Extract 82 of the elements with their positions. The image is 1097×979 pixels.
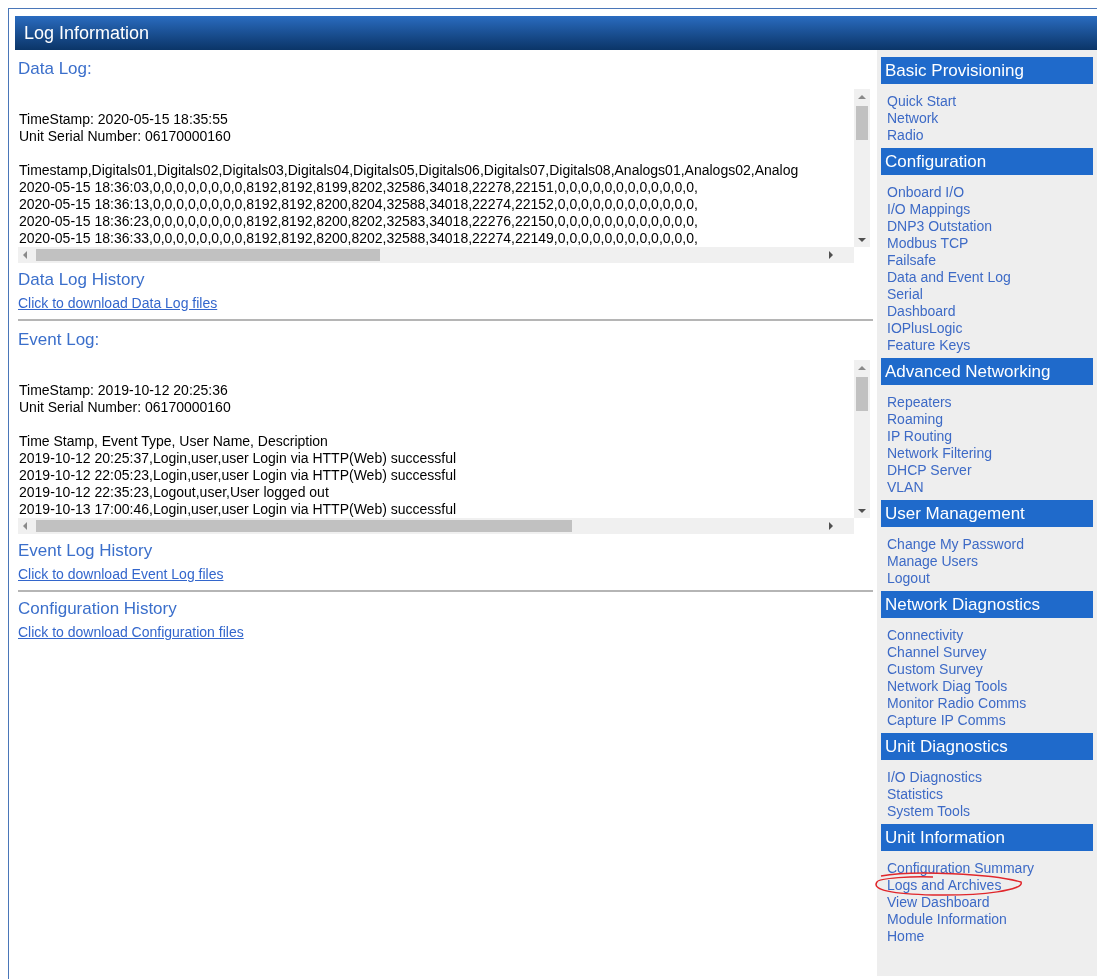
sidebar-link[interactable]: Network <box>887 110 939 127</box>
sidebar-heading: Unit Diagnostics <box>881 733 1093 760</box>
sidebar-link[interactable]: Failsafe <box>887 252 937 269</box>
log-line: 2020-05-15 18:36:33,0,0,0,0,0,0,0,0,8192,8192,8200,8202,32588,34018,22274,22149,0,0,0,0,0,0,0,0,0,0,0,0, <box>19 230 698 247</box>
sidebar-link[interactable]: DNP3 Outstation <box>887 218 993 235</box>
vertical-scrollbar[interactable] <box>854 89 870 247</box>
log-line: 2019-10-12 20:25:37,Login,user,user Login via HTTP(Web) successful <box>19 450 457 467</box>
sidebar-link[interactable]: Connectivity <box>887 627 964 644</box>
sidebar-link[interactable]: I/O Mappings <box>887 201 971 218</box>
horizontal-scrollbar[interactable] <box>18 518 854 534</box>
sidebar-link[interactable]: Statistics <box>887 786 943 803</box>
scroll-up-icon[interactable] <box>858 365 866 371</box>
sidebar-link[interactable]: Logout <box>887 570 930 587</box>
download-link[interactable]: Click to download Data Log files <box>18 295 218 312</box>
sidebar-heading: Configuration <box>881 148 1093 175</box>
log-line: 2019-10-12 22:35:23,Logout,user,User logged out <box>19 484 329 501</box>
sidebar-link[interactable]: Module Information <box>887 911 1007 928</box>
scrollbar-thumb[interactable] <box>856 106 868 140</box>
sidebar-link[interactable]: IOPlusLogic <box>887 320 963 337</box>
sidebar-heading: User Management <box>881 500 1093 527</box>
sidebar-link[interactable]: VLAN <box>887 479 924 496</box>
sidebar-link[interactable]: IP Routing <box>887 428 953 445</box>
sidebar-link[interactable]: Data and Event Log <box>887 269 1011 286</box>
scroll-up-icon[interactable] <box>858 94 866 100</box>
scroll-down-icon[interactable] <box>858 237 866 243</box>
sidebar-link[interactable]: Radio <box>887 127 924 144</box>
sidebar-link[interactable]: Modbus TCP <box>887 235 969 252</box>
section-title: Event Log: <box>18 329 100 351</box>
log-line: TimeStamp: 2019-10-12 20:25:36 <box>19 382 228 399</box>
sidebar-link[interactable]: Home <box>887 928 925 945</box>
sidebar-link[interactable]: Capture IP Comms <box>887 712 1006 729</box>
sidebar-heading: Network Diagnostics <box>881 591 1093 618</box>
section-title: Event Log History <box>18 540 153 562</box>
scroll-right-icon[interactable] <box>828 522 834 530</box>
sidebar-link[interactable]: Feature Keys <box>887 337 971 354</box>
sidebar-link[interactable]: Roaming <box>887 411 944 428</box>
scroll-right-icon[interactable] <box>828 251 834 259</box>
sidebar-link[interactable]: Change My Password <box>887 536 1024 553</box>
scroll-left-icon[interactable] <box>22 522 28 530</box>
sidebar-link[interactable]: Network Filtering <box>887 445 993 462</box>
log-line: Unit Serial Number: 06170000160 <box>19 128 231 145</box>
section-title: Data Log: <box>18 58 92 80</box>
sidebar-link[interactable]: View Dashboard <box>887 894 990 911</box>
download-link[interactable]: Click to download Configuration files <box>18 624 244 641</box>
section-title: Data Log History <box>18 269 145 291</box>
sidebar-link[interactable]: Custom Survey <box>887 661 983 678</box>
sidebar-link[interactable]: Configuration Summary <box>887 860 1035 877</box>
sidebar-link[interactable]: Dashboard <box>887 303 956 320</box>
log-line: 2020-05-15 18:36:13,0,0,0,0,0,0,0,0,8192,8192,8200,8204,32588,34018,22274,22152,0,0,0,0,0,0,0,0,0,0,0,0, <box>19 196 698 213</box>
log-line: 2019-10-12 22:05:23,Login,user,user Login via HTTP(Web) successful <box>19 467 457 484</box>
sidebar-link[interactable]: I/O Diagnostics <box>887 769 982 786</box>
sidebar-link[interactable]: System Tools <box>887 803 970 820</box>
sidebar-link[interactable]: Logs and Archives <box>887 877 1002 894</box>
sidebar-link[interactable]: Manage Users <box>887 553 979 570</box>
log-line: 2019-10-13 17:00:46,Login,user,user Login via HTTP(Web) successful <box>19 501 457 518</box>
vertical-scrollbar[interactable] <box>854 360 870 518</box>
sidebar-heading: Advanced Networking <box>881 358 1093 385</box>
sidebar-link[interactable]: Onboard I/O <box>887 184 965 201</box>
sidebar-heading: Basic Provisioning <box>881 57 1093 84</box>
log-line: Unit Serial Number: 06170000160 <box>19 399 231 416</box>
log-line: Timestamp,Digitals01,Digitals02,Digitals03,Digitals04,Digitals05,Digitals06,Digitals07,Digitals08,Analogs01,Analogs02,Analog <box>19 162 799 179</box>
scroll-down-icon[interactable] <box>858 508 866 514</box>
sidebar-link[interactable]: Quick Start <box>887 93 957 110</box>
log-line: TimeStamp: 2020-05-15 18:35:55 <box>19 111 228 128</box>
scrollbar-thumb[interactable] <box>36 249 380 261</box>
log-line: Time Stamp, Event Type, User Name, Description <box>19 433 328 450</box>
scrollbar-thumb[interactable] <box>856 377 868 411</box>
horizontal-scrollbar[interactable] <box>18 247 854 263</box>
sidebar-link[interactable]: DHCP Server <box>887 462 972 479</box>
sidebar-link[interactable]: Network Diag Tools <box>887 678 1008 695</box>
section-title: Configuration History <box>18 598 177 620</box>
download-link[interactable]: Click to download Event Log files <box>18 566 224 583</box>
scrollbar-thumb[interactable] <box>36 520 572 532</box>
log-line: 2020-05-15 18:36:23,0,0,0,0,0,0,0,0,8192,8192,8200,8202,32583,34018,22276,22150,0,0,0,0,0,0,0,0,0,0,0,0, <box>19 213 698 230</box>
log-line: 2020-05-15 18:36:03,0,0,0,0,0,0,0,0,8192,8192,8199,8202,32586,34018,22278,22151,0,0,0,0,0,0,0,0,0,0,0,0, <box>19 179 698 196</box>
sidebar-heading: Unit Information <box>881 824 1093 851</box>
sidebar-link[interactable]: Channel Survey <box>887 644 987 661</box>
page-title: Log Information <box>24 21 150 45</box>
sidebar-link[interactable]: Monitor Radio Comms <box>887 695 1027 712</box>
sidebar-link[interactable]: Serial <box>887 286 923 303</box>
sidebar-link[interactable]: Repeaters <box>887 394 952 411</box>
scroll-left-icon[interactable] <box>22 251 28 259</box>
